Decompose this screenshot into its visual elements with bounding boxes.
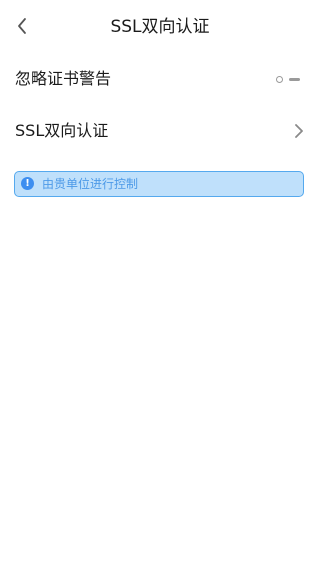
toggle-track: [289, 78, 300, 81]
page-title: SSL双向认证: [110, 17, 210, 37]
info-icon: !: [21, 177, 34, 190]
toggle-off-knob: [276, 76, 283, 83]
managed-notice-text: 由贵单位进行控制: [42, 177, 139, 191]
header-bar: SSL双向认证: [0, 0, 320, 54]
chevron-right-icon: [295, 124, 303, 138]
ssl-mutual-auth-label: SSL双向认证: [15, 121, 109, 140]
ignore-cert-warning-toggle[interactable]: [266, 73, 306, 87]
ignore-cert-warning-row: 忽略证书警告: [0, 55, 320, 105]
managed-notice-banner: ! 由贵单位进行控制: [14, 171, 304, 197]
ignore-cert-warning-label: 忽略证书警告: [15, 69, 112, 88]
ssl-mutual-auth-row[interactable]: SSL双向认证: [0, 107, 320, 157]
